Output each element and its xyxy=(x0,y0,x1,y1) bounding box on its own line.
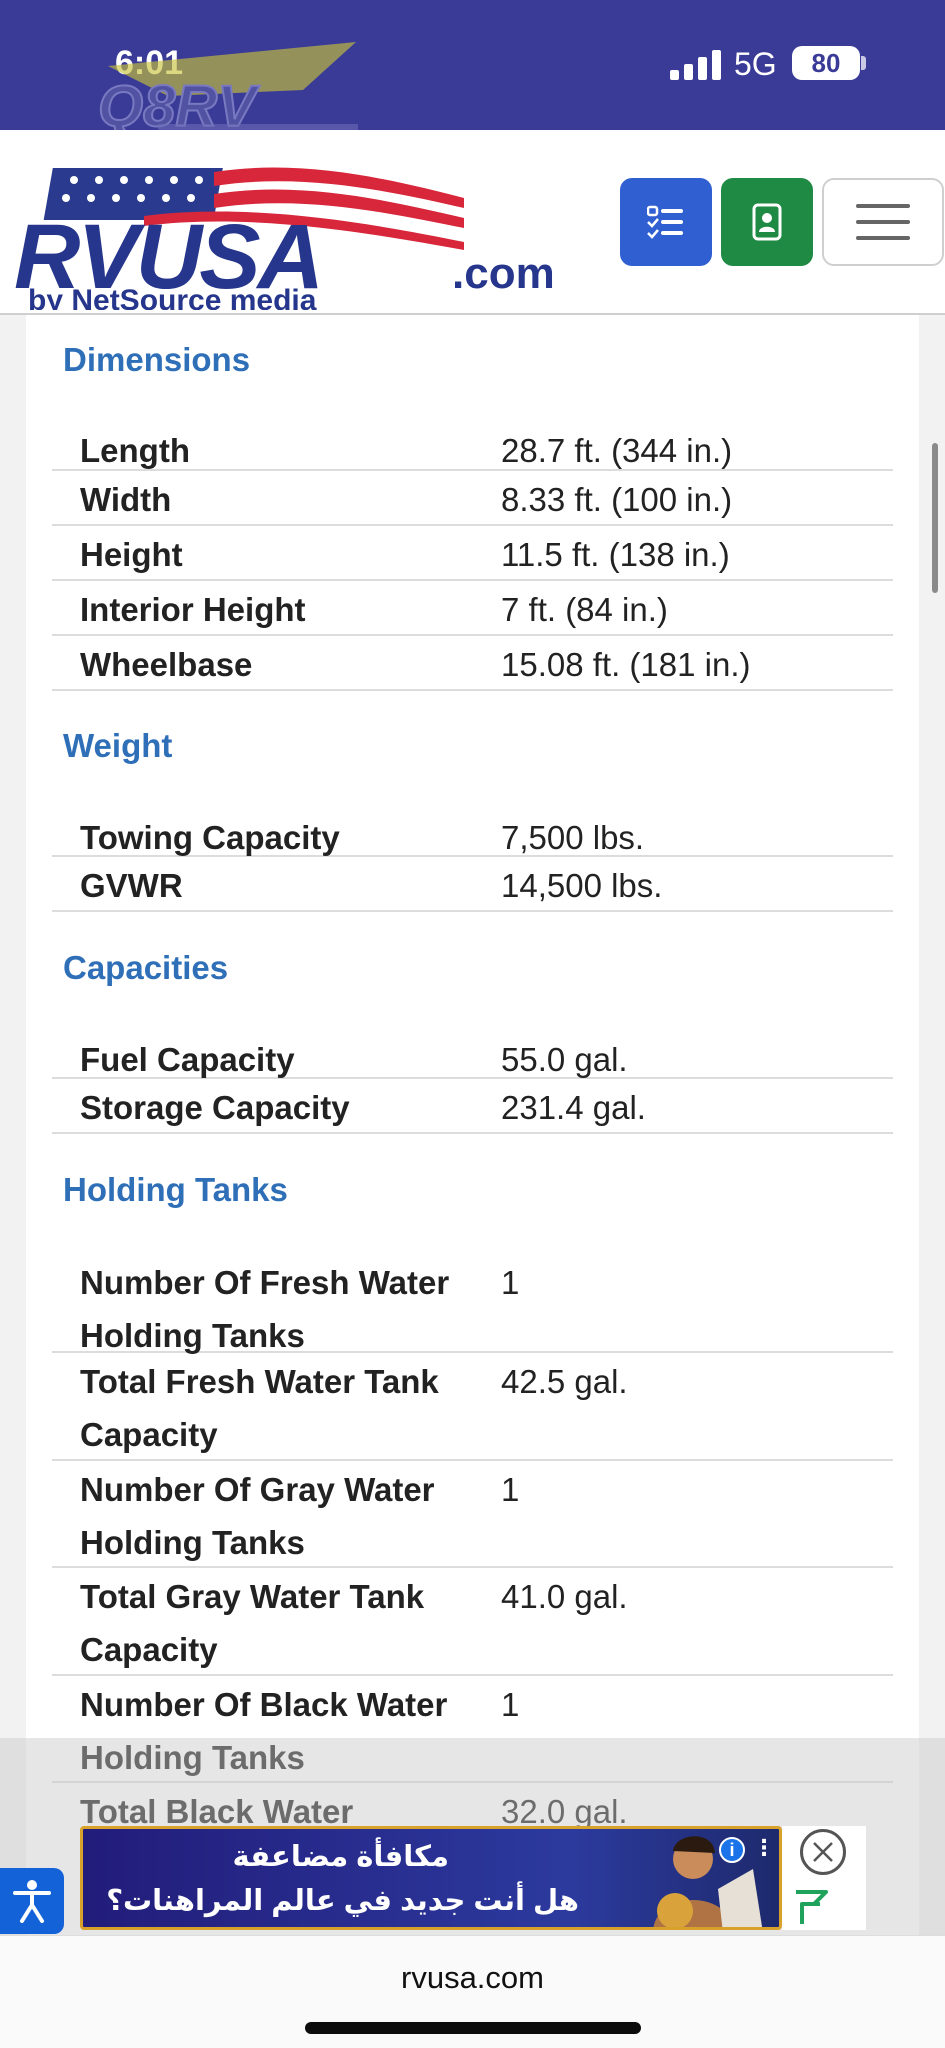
ad-info-icon[interactable]: i xyxy=(719,1837,745,1863)
section-title-weight: Weight xyxy=(63,727,173,764)
svg-text:.com: .com xyxy=(452,249,555,298)
section-title-holding-tanks: Holding Tanks xyxy=(63,1171,288,1208)
ad-more-icon[interactable]: ⋮ xyxy=(753,1835,775,1861)
spec-label: Number Of Fresh Water Holding Tanks xyxy=(80,1264,450,1354)
section-title-dimensions: Dimensions xyxy=(63,341,251,378)
spec-row: Number Of Gray Water Holding Tanks 1 xyxy=(52,1461,893,1568)
specifications-panel: Dimensions Length 28.7 ft. (344 in.) Wid… xyxy=(26,315,919,1955)
ad-close-button[interactable] xyxy=(800,1829,846,1875)
spec-label: Wheelbase xyxy=(80,646,253,683)
browser-address-bar[interactable]: rvusa.com xyxy=(0,1935,945,2048)
spec-label: Width xyxy=(80,481,172,518)
spec-row: Fuel Capacity 55.0 gal. xyxy=(52,1023,893,1079)
spec-value: 8.33 ft. (100 in.) xyxy=(501,481,733,518)
spec-value: 42.5 gal. xyxy=(501,1363,628,1400)
spec-row: Total Gray Water Tank Capacity 41.0 gal. xyxy=(52,1568,893,1676)
spec-value: 41.0 gal. xyxy=(501,1578,628,1615)
signal-strength-icon xyxy=(670,50,721,80)
spec-label: Storage Capacity xyxy=(80,1089,350,1126)
spec-row: Number Of Fresh Water Holding Tanks 1 xyxy=(52,1246,893,1354)
rvusa-logo[interactable]: RVUSA .com by NetSource media xyxy=(14,150,604,310)
spec-row: Wheelbase 15.08 ft. (181 in.) xyxy=(52,636,893,691)
svg-text:by NetSource media: by NetSource media xyxy=(28,284,317,310)
main-menu-button[interactable] xyxy=(822,178,944,266)
spec-value: 7 ft. (84 in.) xyxy=(501,591,668,628)
home-indicator[interactable] xyxy=(305,2022,641,2034)
close-icon xyxy=(813,1842,833,1862)
spec-value: 1 xyxy=(501,1686,520,1723)
compare-list-button[interactable] xyxy=(620,178,712,266)
ad-headline: مكافأة مضاعفة xyxy=(232,1841,449,1873)
spec-label: GVWR xyxy=(80,867,183,904)
status-bar: 6:01 Q8RV 5G 80 xyxy=(0,0,945,136)
spec-value: 14,500 lbs. xyxy=(501,867,663,904)
spec-row: Total Fresh Water Tank Capacity 42.5 gal… xyxy=(52,1353,893,1461)
spec-label: Height xyxy=(80,536,183,573)
spec-label: Total Gray Water Tank Capacity xyxy=(80,1578,425,1668)
spec-row: Interior Height 7 ft. (84 in.) xyxy=(52,581,893,636)
spec-value: 15.08 ft. (181 in.) xyxy=(501,646,751,683)
accessibility-button[interactable] xyxy=(0,1868,64,1934)
spec-row: Width 8.33 ft. (100 in.) xyxy=(52,471,893,526)
contact-card-icon xyxy=(752,203,782,241)
spec-label: Length xyxy=(80,432,190,469)
accessibility-icon xyxy=(13,1880,51,1923)
spec-label: Interior Height xyxy=(80,591,306,628)
battery-tip xyxy=(861,56,866,70)
spec-row: Length 28.7 ft. (344 in.) xyxy=(52,414,893,471)
spec-row: Storage Capacity 231.4 gal. xyxy=(52,1079,893,1134)
ad-subline: هل أنت جديد في عالم المراهنات؟ xyxy=(106,1885,579,1917)
checklist-icon xyxy=(647,205,683,239)
q8rv-watermark-logo: Q8RV xyxy=(98,42,358,136)
page-scrollbar[interactable] xyxy=(932,443,938,593)
spec-value: 231.4 gal. xyxy=(501,1089,646,1126)
ad-banner[interactable]: مكافأة مضاعفة هل أنت جديد في عالم المراه… xyxy=(80,1826,782,1930)
spec-label: Number Of Gray Water Holding Tanks xyxy=(80,1471,435,1561)
spec-value: 11.5 ft. (138 in.) xyxy=(501,536,730,573)
spec-row: GVWR 14,500 lbs. xyxy=(52,857,893,912)
hamburger-icon xyxy=(856,204,910,240)
site-header: RVUSA .com by NetSource media xyxy=(0,130,945,315)
battery-icon: 80 xyxy=(792,46,860,80)
ad-choices-icon[interactable] xyxy=(792,1888,828,1926)
network-type: 5G xyxy=(734,46,777,82)
spec-row: Height 11.5 ft. (138 in.) xyxy=(52,526,893,581)
contact-dealer-button[interactable] xyxy=(721,178,813,266)
spec-row: Towing Capacity 7,500 lbs. xyxy=(52,801,893,857)
url-text[interactable]: rvusa.com xyxy=(0,1960,945,1996)
spec-value: 1 xyxy=(501,1264,520,1301)
spec-value: 1 xyxy=(501,1471,520,1508)
spec-value: 28.7 ft. (344 in.) xyxy=(501,432,733,469)
spec-label: Total Fresh Water Tank Capacity xyxy=(80,1363,439,1453)
section-title-capacities: Capacities xyxy=(63,949,229,986)
